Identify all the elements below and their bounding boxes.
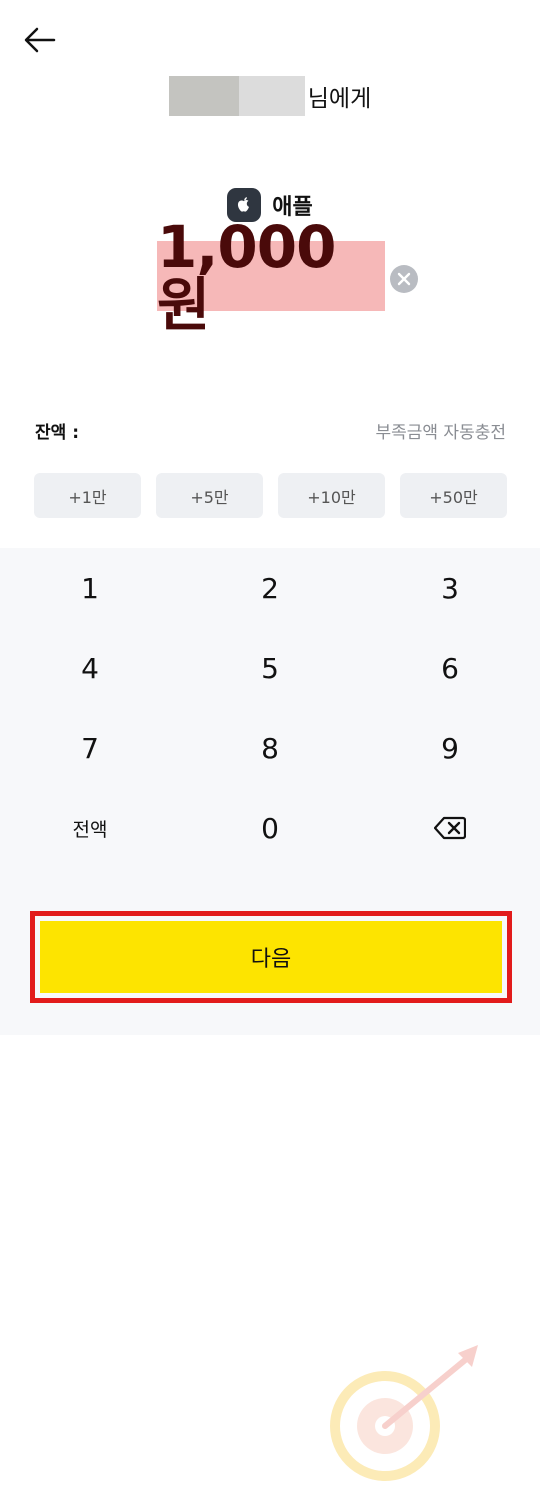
highlight-box [30, 911, 512, 1003]
recipient-line: 님에게 [0, 76, 540, 116]
back-button[interactable] [22, 22, 58, 58]
recipient-suffix: 님에게 [307, 86, 372, 112]
target-watermark-icon [330, 1345, 478, 1481]
auto-charge-link[interactable]: 부족금액 자동충전 [375, 418, 506, 443]
redacted-name-part [238, 76, 305, 116]
quick-amount-button[interactable]: +50만 [400, 473, 507, 518]
key-5[interactable]: 5 [180, 628, 360, 708]
quick-amount-button[interactable]: +1만 [34, 473, 141, 518]
key-backspace[interactable] [360, 788, 540, 868]
arrow-left-icon [24, 27, 56, 53]
key-2[interactable]: 2 [180, 548, 360, 628]
backspace-icon [434, 816, 466, 840]
clear-amount-button[interactable] [390, 265, 418, 293]
key-9[interactable]: 9 [360, 708, 540, 788]
quick-amount-row: +1만 +5만 +10만 +50만 [34, 473, 507, 518]
balance-label: 잔액 : [35, 423, 79, 443]
key-3[interactable]: 3 [360, 548, 540, 628]
key-0[interactable]: 0 [180, 788, 360, 868]
key-4[interactable]: 4 [0, 628, 180, 708]
key-full-amount[interactable]: 전액 [0, 788, 180, 868]
quick-amount-button[interactable]: +10만 [278, 473, 385, 518]
key-7[interactable]: 7 [0, 708, 180, 788]
amount-display: 1,000원 [157, 218, 385, 334]
amount-value: 1,000원 [157, 213, 336, 339]
key-1[interactable]: 1 [0, 548, 180, 628]
quick-amount-button[interactable]: +5만 [156, 473, 263, 518]
key-8[interactable]: 8 [180, 708, 360, 788]
key-6[interactable]: 6 [360, 628, 540, 708]
redacted-name-part [168, 76, 239, 116]
clear-icon [397, 272, 411, 286]
